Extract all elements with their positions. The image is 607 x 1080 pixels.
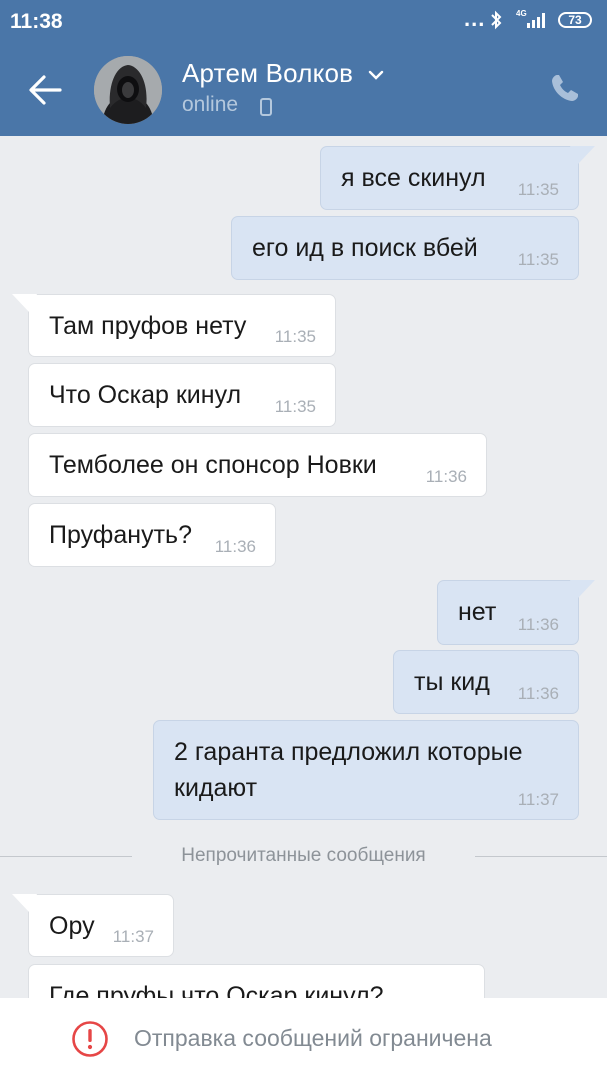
message-text: его ид в поиск вбей (252, 234, 478, 262)
message-text: Ору (49, 912, 95, 940)
message-text-line-2: кидают (174, 774, 258, 802)
avatar[interactable] (94, 56, 162, 124)
message-outgoing[interactable]: я все скинул 11:35 (320, 146, 579, 210)
message-incoming[interactable]: Темболее он спонсор Новки 11:36 (28, 433, 487, 497)
warning-icon (71, 1020, 109, 1063)
chevron-down-icon[interactable] (368, 68, 384, 86)
message-time: 11:36 (425, 467, 467, 486)
message-text: Где пруфы что Оскар кинул? (49, 982, 384, 998)
status-bar: 11:38 ... 4G 73 (0, 0, 607, 42)
back-arrow-icon (29, 75, 62, 105)
contact-name[interactable]: Артем Волков (182, 58, 353, 89)
restriction-bar: Отправка сообщений ограничена (0, 998, 607, 1080)
message-incoming[interactable]: Пруфануть? 11:36 (28, 503, 276, 567)
message-outgoing[interactable]: его ид в поиск вбей 11:35 (231, 216, 579, 280)
message-text: Пруфануть? (49, 521, 192, 549)
message-incoming[interactable]: Там пруфов нету 11:35 (28, 294, 336, 357)
message-outgoing[interactable]: 2 гаранта предложил которые кидают 11:37 (153, 720, 579, 820)
message-time: 11:35 (274, 327, 316, 346)
message-text: 2 гаранта предложил которые (174, 738, 523, 766)
message-time: 11:37 (517, 790, 559, 809)
message-incoming[interactable]: Ору 11:37 (28, 894, 174, 957)
message-list[interactable]: я все скинул 11:35 его ид в поиск вбей 1… (0, 136, 607, 998)
message-incoming[interactable]: Где пруфы что Оскар кинул? (28, 964, 485, 998)
message-text: я все скинул (341, 164, 486, 192)
call-button[interactable] (549, 72, 581, 109)
message-time: 11:36 (517, 615, 559, 634)
message-text: нет (458, 598, 497, 626)
message-text: Темболее он спонсор Новки (49, 451, 377, 479)
message-time: 11:35 (517, 250, 559, 269)
bubble-tail (12, 294, 37, 312)
message-text: ты кид (414, 668, 490, 696)
unread-label: Непрочитанные сообщения (181, 845, 426, 866)
more-notifications-icon: ... (464, 6, 486, 31)
bluetooth-icon (489, 10, 503, 35)
message-time: 11:37 (112, 927, 154, 946)
message-text: Там пруфов нету (49, 312, 247, 340)
message-incoming[interactable]: Что Оскар кинул 11:35 (28, 363, 336, 427)
unread-divider: Непрочитанные сообщения (0, 842, 607, 872)
message-time: 11:35 (274, 397, 316, 416)
restriction-notice: Отправка сообщений ограничена (134, 1025, 492, 1051)
message-time: 11:36 (214, 537, 256, 556)
bubble-tail (12, 894, 37, 912)
mobile-phone-icon (260, 98, 272, 121)
message-outgoing[interactable]: нет 11:36 (437, 580, 579, 645)
status-time: 11:38 (10, 10, 63, 33)
network-type: 4G (516, 9, 527, 18)
message-text: Что Оскар кинул (49, 381, 242, 409)
chat-header: Артем Волков online (0, 42, 607, 136)
message-time: 11:36 (517, 684, 559, 703)
bubble-tail (570, 580, 595, 598)
call-icon (552, 75, 578, 101)
message-outgoing[interactable]: ты кид 11:36 (393, 650, 579, 714)
message-time: 11:35 (517, 180, 559, 199)
bubble-tail (570, 146, 595, 164)
contact-status: online (182, 93, 239, 116)
signal-icon (527, 12, 549, 33)
battery-icon: 73 (558, 12, 592, 28)
back-button[interactable] (20, 64, 72, 116)
